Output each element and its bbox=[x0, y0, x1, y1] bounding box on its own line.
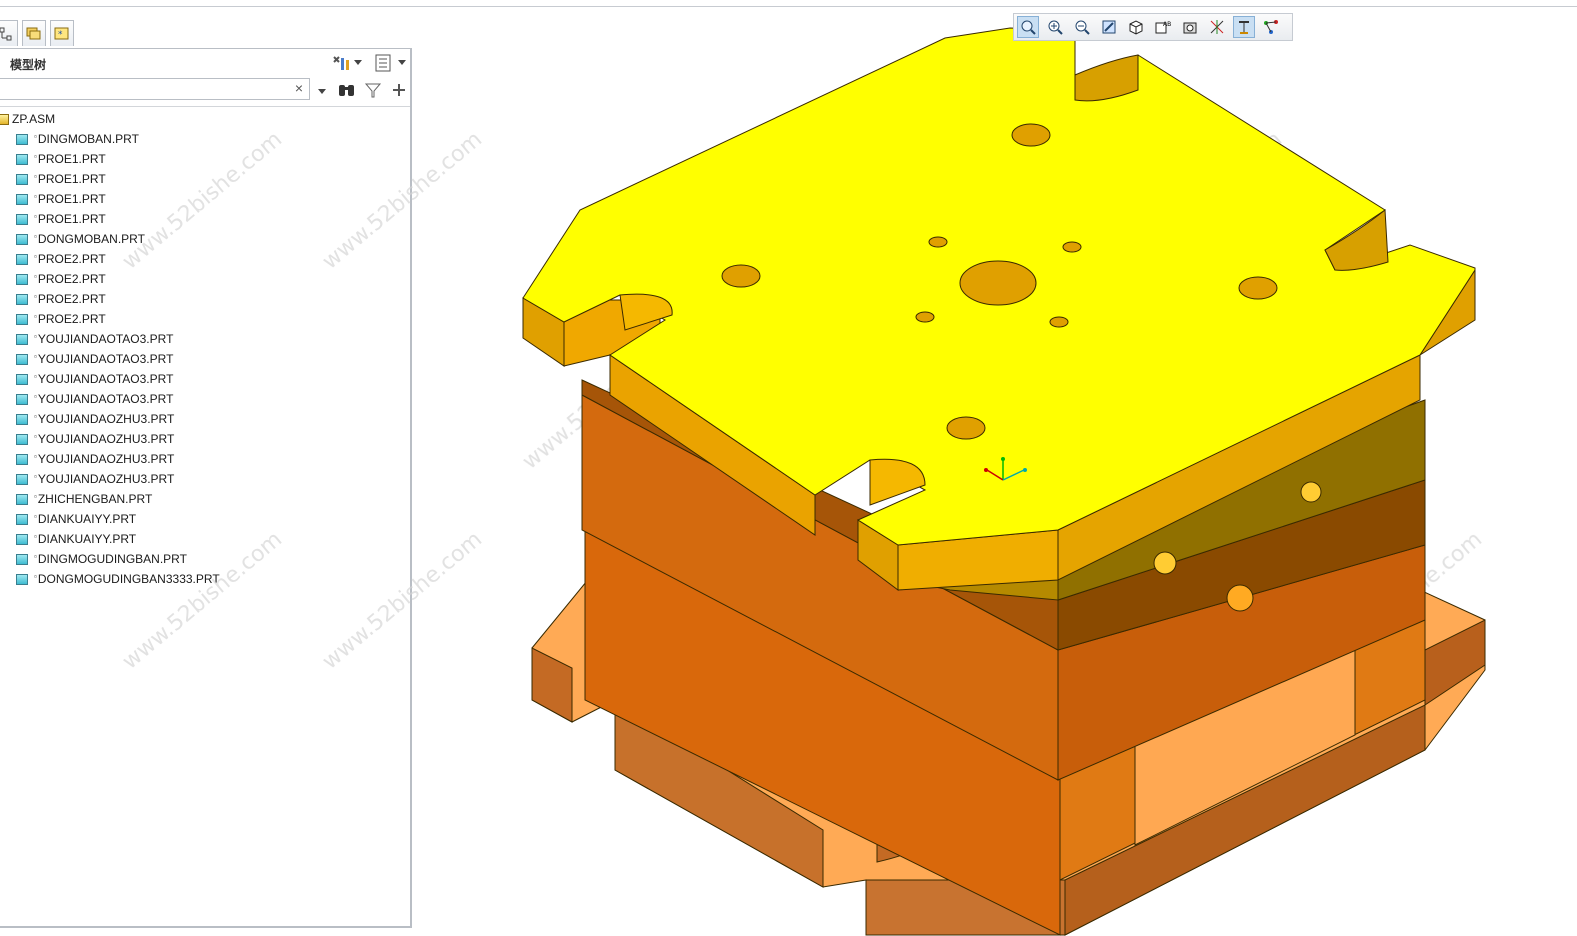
spin-center-icon[interactable] bbox=[1233, 16, 1255, 38]
display-style-icon[interactable] bbox=[1125, 16, 1147, 38]
view-manager-icon[interactable] bbox=[1179, 16, 1201, 38]
svg-text:AB: AB bbox=[1163, 21, 1171, 28]
watermark-text: www.52bishe.com bbox=[118, 527, 287, 675]
datum-display-icon[interactable] bbox=[1206, 16, 1228, 38]
selection-icon[interactable] bbox=[1260, 16, 1282, 38]
watermark-text: www.52bishe.com bbox=[118, 127, 287, 275]
graphics-area[interactable]: www.52bishe.com www.52bishe.com www.52bi… bbox=[0, 0, 1577, 936]
repaint-icon[interactable] bbox=[1098, 16, 1120, 38]
watermark-text: www.52bishe.com bbox=[318, 127, 487, 275]
view-toolbar: AB bbox=[1013, 13, 1293, 41]
zoom-out-icon[interactable] bbox=[1071, 16, 1093, 38]
refit-icon[interactable] bbox=[1017, 16, 1039, 38]
saved-views-icon[interactable]: AB bbox=[1152, 16, 1174, 38]
zoom-in-icon[interactable] bbox=[1044, 16, 1066, 38]
watermark-text: www.52bishe.com bbox=[318, 527, 487, 675]
mold-assembly-model[interactable] bbox=[522, 27, 1486, 936]
